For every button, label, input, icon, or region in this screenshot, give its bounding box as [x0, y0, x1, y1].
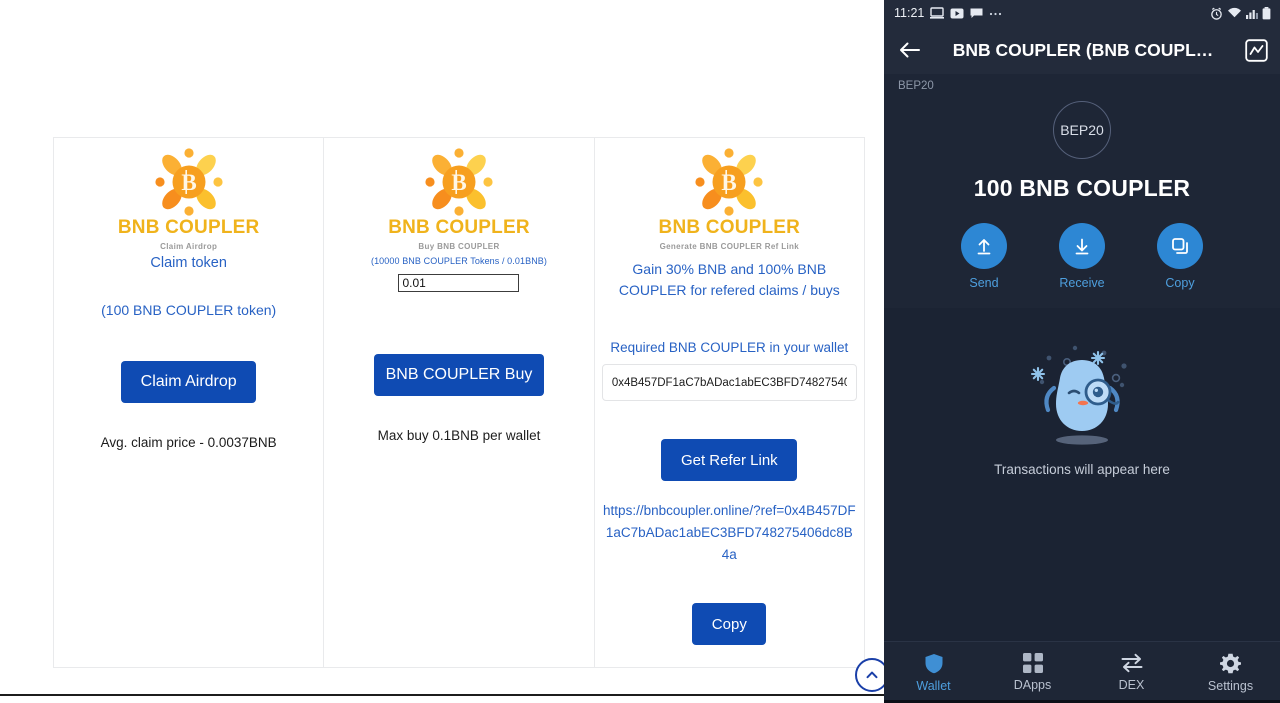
download-arrow-icon: [1075, 238, 1089, 255]
brand-title-claim: BNB COUPLER: [117, 217, 260, 238]
screen: B BNB COUPLER Claim Airdrop Claim token …: [0, 0, 1280, 703]
logo-wrap-claim: B: [54, 145, 323, 219]
alarm-icon: [1211, 7, 1222, 20]
chat-icon: [970, 8, 983, 18]
balance-amount: 100 BNB COUPLER: [973, 175, 1191, 201]
page-bottom-rule: [0, 694, 884, 696]
bnb-coupler-buy-button[interactable]: BNB COUPLER Buy: [373, 354, 544, 396]
receive-button[interactable]: [1059, 223, 1105, 269]
browser-page: B BNB COUPLER Claim Airdrop Claim token …: [0, 0, 884, 703]
transactions-empty-state: Transactions will appear here: [884, 340, 1280, 477]
status-bar-right: [1210, 6, 1271, 20]
copy-action[interactable]: Copy: [1144, 223, 1216, 290]
status-bar-left: 11:21: [894, 6, 1002, 20]
app-bar-title: BNB COUPLER (BNB COUPL…: [952, 39, 1214, 60]
battery-icon: [1262, 6, 1271, 19]
grid-icon: [1022, 653, 1043, 673]
panel-heading-claim: Claim token: [150, 255, 227, 271]
claim-price-note: Avg. claim price - 0.0037BNB: [100, 435, 277, 450]
logo-wrap-buy: B: [324, 145, 593, 219]
scroll-to-top-button[interactable]: [855, 658, 884, 692]
buy-amount-input[interactable]: [398, 274, 520, 292]
gear-icon: [1220, 653, 1241, 673]
arrow-left-icon[interactable]: [898, 40, 921, 60]
wallet-actions: Send Receive Copy: [884, 223, 1280, 290]
overflow-icon: [990, 12, 1002, 15]
nav-item-wallet[interactable]: Wallet: [884, 642, 983, 703]
logo-wrap-referral: B: [595, 145, 864, 219]
panel-caption-buy: Buy BNB COUPLER: [418, 242, 500, 251]
mascot-icon: [1030, 345, 1127, 445]
claim-amount-note: (100 BNB COUPLER token): [101, 302, 277, 318]
bnb-coupler-logo-icon: B: [695, 148, 763, 216]
chart-icon[interactable]: [1245, 38, 1268, 62]
buy-rate-note: (10000 BNB COUPLER Tokens / 0.01BNB): [370, 256, 547, 266]
phone-wallet-app: 11:21 BNB COUPLER (BNB COUPL… BEP20 BEP2…: [884, 0, 1280, 703]
nav-label-wallet: Wallet: [916, 678, 951, 693]
wallet-address-input[interactable]: [601, 364, 857, 401]
receive-action[interactable]: Receive: [1046, 223, 1118, 290]
brand-title-referral: BNB COUPLER: [658, 217, 801, 238]
token-avatar: BEP20: [1053, 101, 1111, 159]
nav-item-dapps[interactable]: DApps: [983, 642, 1082, 703]
required-wallet-label: Required BNB COUPLER in your wallet: [610, 340, 849, 355]
signal-icon: [1246, 10, 1258, 19]
panel-caption-referral: Generate BNB COUPLER Ref Link: [659, 242, 800, 251]
chain-tag: BEP20: [898, 80, 934, 92]
panel-claim-airdrop: B BNB COUPLER Claim Airdrop Claim token …: [54, 138, 324, 667]
svg-text:B: B: [181, 170, 196, 195]
claim-airdrop-button[interactable]: Claim Airdrop: [121, 361, 257, 403]
brand-title-buy: BNB COUPLER: [388, 217, 530, 238]
transactions-empty-text: Transactions will appear here: [994, 462, 1170, 477]
copy-address-button[interactable]: [1157, 223, 1203, 269]
refer-link[interactable]: https://bnbcoupler.online/?ref=0x4B457DF…: [595, 500, 864, 566]
nav-item-settings[interactable]: Settings: [1181, 642, 1280, 703]
svg-text:B: B: [722, 170, 737, 195]
nav-label-settings: Settings: [1207, 678, 1254, 693]
app-bar: BNB COUPLER (BNB COUPL…: [884, 26, 1280, 74]
panel-referral: B BNB COUPLER Generate BNB COUPLER Ref L…: [593, 138, 864, 667]
balance-card: BEP20 BEP20 100 BNB COUPLER Send Receive…: [884, 74, 1280, 308]
referral-gain-text: Gain 30% BNB and 100% BNB COUPLER for re…: [618, 261, 840, 298]
nav-label-dex: DEX: [1118, 678, 1145, 692]
max-buy-note: Max buy 0.1BNB per wallet: [377, 428, 541, 443]
bnb-coupler-logo-icon: B: [425, 148, 493, 216]
send-label: Send: [969, 276, 999, 290]
status-time: 11:21: [894, 6, 925, 20]
chevron-up-icon: [866, 671, 878, 679]
copy-label: Copy: [1165, 276, 1195, 290]
receive-label: Receive: [1059, 276, 1105, 290]
panels-container: B BNB COUPLER Claim Airdrop Claim token …: [53, 137, 865, 668]
panel-caption-claim: Claim Airdrop: [160, 242, 218, 251]
panel-buy: B BNB COUPLER Buy BNB COUPLER (10000 BNB…: [323, 138, 594, 667]
nav-item-dex[interactable]: DEX: [1082, 642, 1181, 703]
send-button[interactable]: [961, 223, 1007, 269]
upload-arrow-icon: [977, 239, 991, 255]
svg-text:B: B: [451, 170, 466, 195]
copy-refer-link-button[interactable]: Copy: [692, 603, 767, 645]
swap-icon: [1121, 653, 1142, 673]
monitor-icon: [930, 7, 945, 19]
shield-icon: [925, 653, 942, 673]
wifi-icon: [1228, 7, 1241, 18]
video-icon: [950, 8, 964, 18]
bottom-nav: Wallet DApps DEX Settings: [884, 641, 1280, 703]
copy-icon: [1172, 238, 1188, 254]
send-action[interactable]: Send: [948, 223, 1020, 290]
bnb-coupler-logo-icon: B: [155, 148, 223, 216]
get-refer-link-button[interactable]: Get Refer Link: [661, 439, 798, 481]
status-bar: 11:21: [884, 0, 1280, 26]
nav-label-dapps: DApps: [1013, 678, 1052, 692]
